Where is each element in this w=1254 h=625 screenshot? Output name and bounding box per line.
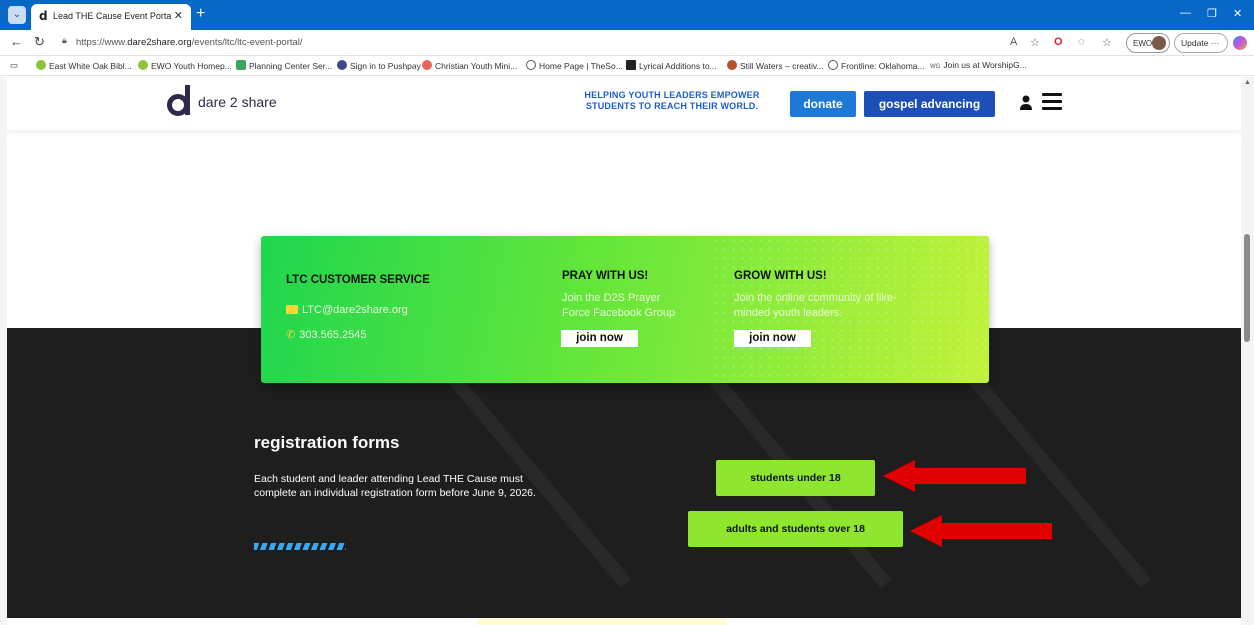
scrollbar-thumb[interactable]	[1244, 234, 1250, 342]
copilot-icon[interactable]	[1233, 36, 1247, 50]
browser-window: ⌄ d Lead THE Cause Event Portal - Da ✕ +…	[0, 0, 1254, 625]
bookmark-item[interactable]: Planning Center Ser...	[236, 60, 332, 71]
restore-icon[interactable]: ❐	[1207, 7, 1217, 20]
adults-and-students-over-18-button[interactable]: adults and students over 18	[688, 511, 903, 547]
favorites-icon[interactable]: ☆	[1102, 36, 1112, 49]
grow-join-button[interactable]: join now	[734, 330, 811, 347]
info-card: LTC CUSTOMER SERVICE LTC@dare2share.org …	[261, 236, 989, 383]
site-header: dare 2 share HELPING YOUTH LEADERS EMPOW…	[7, 77, 1241, 130]
tagline: HELPING YOUTH LEADERS EMPOWER STUDENTS T…	[584, 90, 760, 111]
bookmark-item[interactable]: East White Oak Bibl...	[36, 60, 132, 71]
donate-button[interactable]: donate	[790, 91, 856, 117]
tab-sidebar-icon[interactable]: ▭	[10, 60, 18, 71]
grow-description: Join the online community of like- minde…	[734, 292, 897, 319]
bookmark-item[interactable]: Christian Youth Mini...	[422, 60, 517, 71]
profile-label: EWO	[1133, 39, 1153, 48]
web-page: dare 2 share HELPING YOUTH LEADERS EMPOW…	[7, 77, 1241, 625]
favorite-star-icon[interactable]: ☆	[1030, 36, 1040, 49]
tab-bar: ⌄ d Lead THE Cause Event Portal - Da ✕ +…	[0, 0, 1254, 30]
bookmark-favicon-icon	[236, 60, 246, 70]
pray-description: Join the D2S Prayer Force Facebook Group	[562, 292, 676, 319]
bookmark-item[interactable]: Still Waters – creativ...	[727, 60, 824, 71]
red-arrow-icon	[910, 515, 1052, 547]
opera-icon[interactable]: O	[1054, 36, 1063, 48]
decorative-dash-bar	[254, 543, 346, 550]
url-field[interactable]: 🔒︎ https://www.dare2share.org/events/ltc…	[60, 34, 1000, 53]
bookmark-item[interactable]: EWO Youth Homep...	[138, 60, 232, 71]
dare2share-logo-icon[interactable]	[167, 85, 193, 117]
new-tab-icon[interactable]: +	[196, 5, 205, 23]
email-link[interactable]: LTC@dare2share.org	[286, 304, 408, 316]
bookmark-favicon-icon	[138, 60, 148, 70]
customer-service-title: LTC CUSTOMER SERVICE	[286, 274, 430, 286]
tab-favicon-icon: d	[39, 9, 48, 23]
registration-description: Each student and leader attending Lead T…	[254, 473, 536, 499]
minimize-icon[interactable]: —	[1180, 7, 1191, 19]
extension-icon[interactable]: ◌	[1078, 36, 1085, 48]
bookmark-favicon-icon	[422, 60, 432, 70]
tab-actions-icon[interactable]: ⌄	[8, 6, 26, 24]
logo-text[interactable]: dare 2 share	[198, 94, 277, 110]
bookmarks-bar: ▭ East White Oak Bibl... EWO Youth Homep…	[0, 56, 1254, 76]
update-button[interactable]: Update ···	[1174, 33, 1228, 53]
pray-title: PRAY WITH US!	[562, 270, 649, 282]
envelope-icon	[286, 305, 298, 314]
pray-join-button[interactable]: join now	[561, 330, 638, 347]
refresh-icon[interactable]: ↻	[34, 34, 45, 50]
avatar	[1152, 36, 1166, 50]
globe-icon	[828, 60, 838, 70]
bookmark-favicon-icon	[727, 60, 737, 70]
bookmark-item[interactable]: WG Join us at WorshipG...	[930, 60, 1027, 70]
grow-title: GROW WITH US!	[734, 270, 827, 282]
worship-favicon-icon: WG	[930, 64, 941, 70]
close-window-icon[interactable]: ✕	[1233, 7, 1242, 20]
hamburger-menu-icon[interactable]	[1042, 93, 1062, 111]
read-aloud-icon[interactable]: A	[1010, 36, 1017, 48]
page-viewport: dare 2 share HELPING YOUTH LEADERS EMPOW…	[0, 77, 1254, 625]
bookmark-favicon-icon	[36, 60, 46, 70]
scroll-up-icon[interactable]: ▲	[1244, 79, 1251, 86]
bookmark-item[interactable]: Sign in to Pushpay	[337, 60, 421, 71]
lower-highlight	[477, 618, 727, 625]
red-arrow-icon	[883, 460, 1026, 492]
registration-title: registration forms	[254, 433, 400, 452]
user-account-icon[interactable]	[1019, 95, 1033, 111]
globe-icon	[526, 60, 536, 70]
profile-button[interactable]: EWO	[1126, 33, 1170, 53]
phone-icon: ✆	[286, 329, 296, 341]
back-icon[interactable]: ←	[10, 34, 23, 49]
bookmark-item[interactable]: Home Page | TheSo...	[526, 60, 623, 71]
browser-tab[interactable]: d Lead THE Cause Event Portal - Da ✕	[31, 4, 191, 30]
lock-icon: 🔒︎	[62, 35, 67, 45]
phone-link[interactable]: ✆ 303.565.2545	[286, 328, 367, 341]
page-scrollbar[interactable]: ▲	[1241, 77, 1254, 625]
tab-title: Lead THE Cause Event Portal - Da	[53, 11, 171, 21]
url-text: https://www.dare2share.org/events/ltc/lt…	[76, 37, 303, 48]
bookmark-favicon-icon	[337, 60, 347, 70]
bookmark-favicon-icon	[626, 60, 636, 70]
students-under-18-button[interactable]: students under 18	[716, 460, 875, 496]
tab-close-icon[interactable]: ✕	[174, 9, 183, 22]
update-label: Update	[1181, 38, 1209, 48]
bookmark-item[interactable]: Frontline: Oklahoma...	[828, 60, 925, 71]
gospel-advancing-button[interactable]: gospel advancing	[864, 91, 995, 117]
address-bar: ← ↻ 🔒︎ https://www.dare2share.org/events…	[0, 30, 1254, 56]
bookmark-item[interactable]: Lyrical Additions to...	[626, 60, 717, 71]
